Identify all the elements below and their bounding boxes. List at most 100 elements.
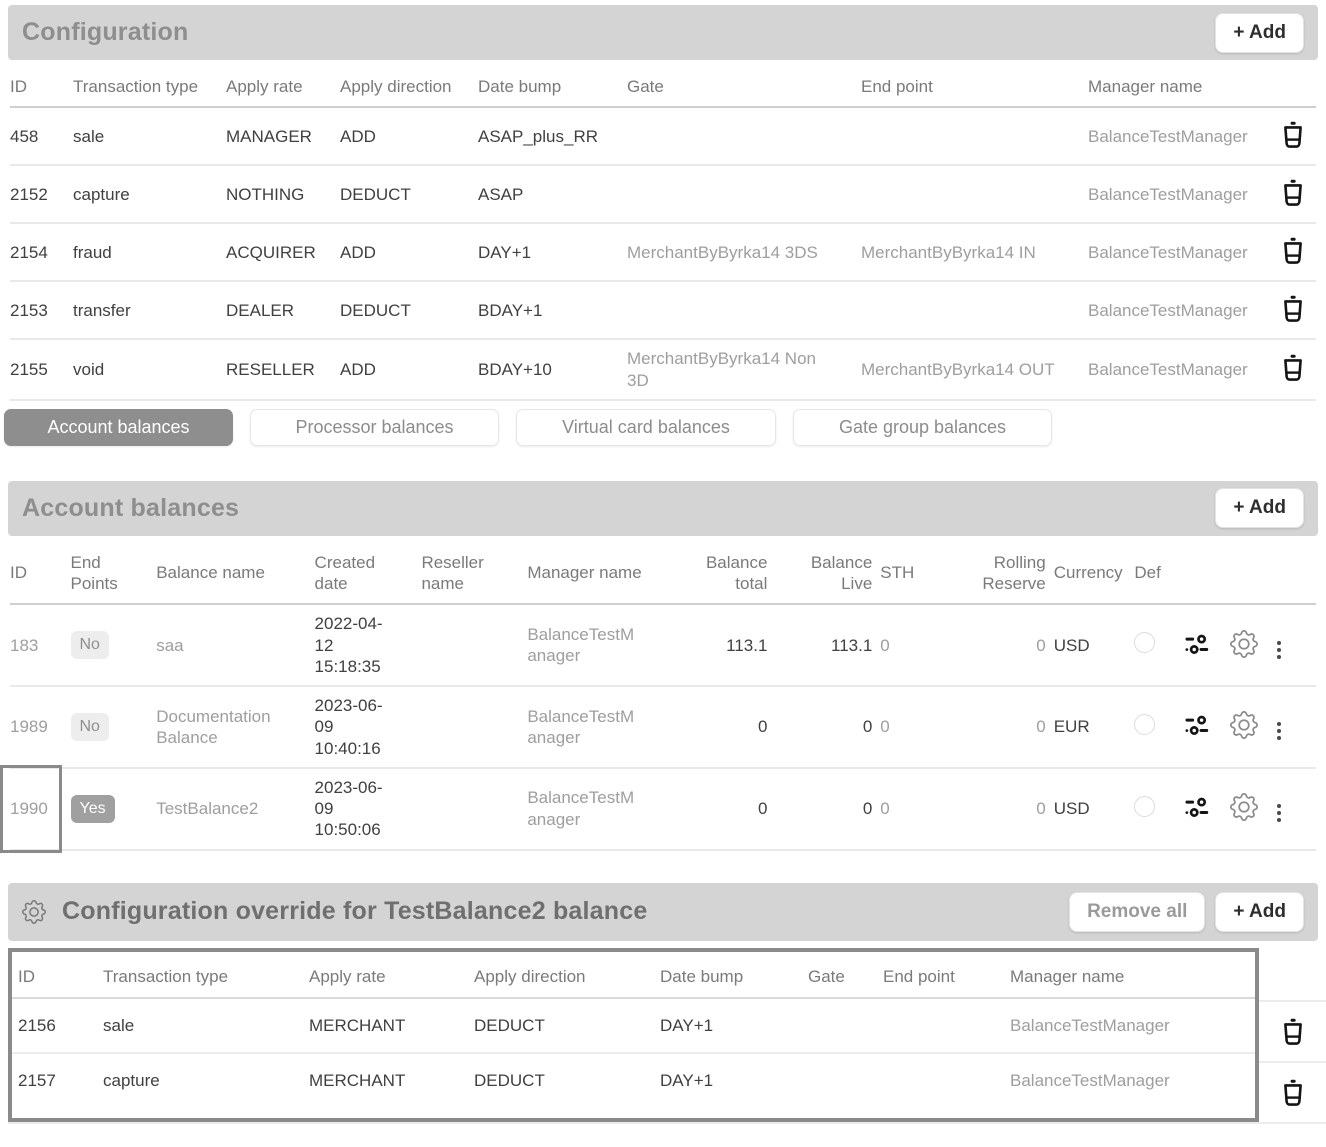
cell-manager-name: BalanceTestManager [1088,223,1270,281]
cell-transaction-type: capture [97,1053,303,1107]
cell-end-point [877,1053,1004,1107]
settings-button[interactable] [1228,628,1260,660]
cell-end-point [861,107,1088,165]
settings-button[interactable] [1228,709,1260,741]
row-menu-button[interactable] [1274,719,1284,743]
override-title: Configuration override for TestBalance2 … [62,897,647,926]
cell-gate [802,1053,877,1107]
cell-gate [627,165,861,223]
cell-end-point [877,998,1004,1053]
row-menu-button[interactable] [1274,801,1284,825]
col-end-points: End Points [71,536,157,605]
remove-all-button[interactable]: Remove all [1069,892,1205,932]
cell-date-bump: DAY+1 [478,223,627,281]
cell-manager-name: BalanceTestManager [527,706,637,749]
table-row: 183 No saa 2022-04-12 15:18:35 BalanceTe… [10,604,1316,686]
cell-gate: MerchantByByrka14 3DS [627,223,861,281]
cell-id: 2157 [12,1053,97,1107]
col-sth: STH [880,536,943,605]
account-balances-table: ID End Points Balance name Created date … [10,536,1316,851]
cell-apply-rate: RESELLER [226,339,340,400]
gear-icon [22,900,46,924]
cell-balance-total: 0 [675,768,776,850]
cell-id: 2154 [10,223,73,281]
tab-virtual-card-balances[interactable]: Virtual card balances [516,409,776,446]
cell-sth: 0 [880,604,943,686]
col-end-point: End point [861,60,1088,107]
cell-transaction-type: capture [73,165,226,223]
col-id: ID [10,536,71,605]
default-radio[interactable] [1134,632,1155,653]
delete-button[interactable] [1280,293,1306,324]
cell-balance-total: 0 [675,686,776,768]
col-apply-rate: Apply rate [303,952,468,998]
filters-button[interactable] [1183,712,1211,738]
trash-icon [1282,121,1304,148]
cell-apply-rate: MERCHANT [303,998,468,1053]
configuration-table: ID Transaction type Apply rate Apply dir… [10,60,1316,401]
col-end-point: End point [877,952,1004,998]
cell-apply-direction: DEDUCT [340,165,478,223]
delete-button[interactable] [1280,177,1306,208]
cell-id: 458 [10,107,73,165]
trash-icon [1282,295,1304,322]
cell-sth: 0 [880,686,943,768]
balances-tab-bar: Account balances Processor balances Virt… [4,409,1326,446]
configuration-add-button[interactable]: + Add [1215,13,1304,53]
cell-created-date: 2023-06-09 10:50:06 [315,777,387,841]
account-balances-add-button[interactable]: + Add [1215,488,1304,528]
end-points-badge: Yes [71,795,115,823]
tab-account-balances[interactable]: Account balances [4,409,233,446]
override-add-button[interactable]: + Add [1215,892,1304,932]
filters-button[interactable] [1183,631,1211,657]
col-manager-name: Manager name [527,536,674,605]
account-balances-header-bar: Account balances + Add [8,481,1318,536]
row-menu-button[interactable] [1274,638,1284,662]
trash-icon [1282,1018,1304,1045]
tab-gate-group-balances[interactable]: Gate group balances [793,409,1052,446]
col-id: ID [10,60,73,107]
trash-icon [1282,1079,1304,1106]
col-manager-name: Manager name [1088,60,1270,107]
default-radio[interactable] [1134,714,1155,735]
cell-reseller-name [421,686,527,768]
tab-processor-balances[interactable]: Processor balances [250,409,499,446]
cell-transaction-type: fraud [73,223,226,281]
delete-button[interactable] [1280,1077,1306,1108]
cell-date-bump: DAY+1 [654,1053,802,1107]
cell-manager-name: BalanceTestManager [1004,998,1255,1053]
col-manager-name: Manager name [1004,952,1255,998]
cell-apply-direction: DEDUCT [340,281,478,339]
delete-button[interactable] [1280,119,1306,150]
cell-rolling-reserve: 0 [943,604,1054,686]
default-radio[interactable] [1134,796,1155,817]
cell-apply-direction: DEDUCT [468,1053,654,1107]
delete-button[interactable] [1280,235,1306,266]
filters-button[interactable] [1183,794,1211,820]
cell-id: 1989 [10,686,71,768]
col-balance-name: Balance name [156,536,314,605]
cell-manager-name: BalanceTestManager [1088,165,1270,223]
table-row: 2155 void RESELLER ADD BDAY+10 MerchantB… [10,339,1316,400]
cell-id: 2155 [10,339,73,400]
cell-id: 2152 [10,165,73,223]
cell-currency: USD [1054,604,1135,686]
delete-button[interactable] [1280,1016,1306,1047]
cell-rolling-reserve: 0 [943,768,1054,850]
gear-icon [1230,630,1258,658]
cell-rolling-reserve: 0 [943,686,1054,768]
cell-gate [627,281,861,339]
sliders-icon [1185,714,1209,736]
col-id: ID [12,952,97,998]
table-row: 2154 fraud ACQUIRER ADD DAY+1 MerchantBy… [10,223,1316,281]
cell-apply-rate: ACQUIRER [226,223,340,281]
settings-button[interactable] [1228,791,1260,823]
table-row: 1989 No DocumentationBalance 2023-06-09 … [10,686,1316,768]
cell-created-date: 2023-06-09 10:40:16 [315,695,387,759]
col-filters [1183,536,1228,605]
cell-balance-live: 0 [775,768,880,850]
cell-sth: 0 [880,768,943,850]
cell-apply-rate: DEALER [226,281,340,339]
delete-button[interactable] [1280,352,1306,383]
cell-end-point: MerchantByByrka14 IN [861,223,1088,281]
